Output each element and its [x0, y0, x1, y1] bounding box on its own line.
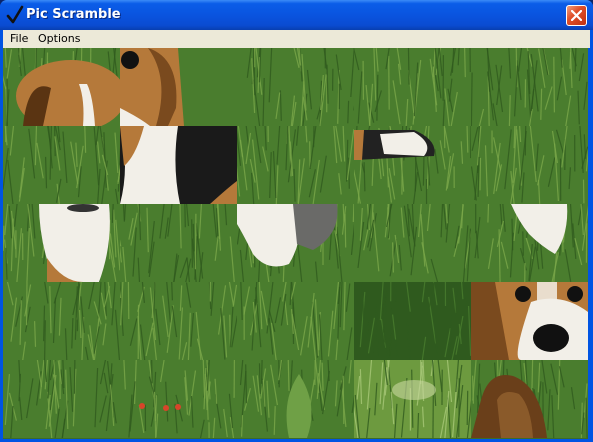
puzzle-tile[interactable] — [471, 282, 588, 360]
checkmark-icon — [6, 5, 24, 25]
puzzle-tile[interactable] — [120, 126, 237, 204]
title-bar[interactable]: Pic Scramble — [0, 0, 593, 30]
puzzle-tile[interactable] — [3, 282, 120, 360]
puzzle-tile[interactable] — [354, 204, 471, 282]
puzzle-tile[interactable] — [237, 360, 354, 438]
puzzle-tile[interactable] — [471, 204, 588, 282]
puzzle-tile[interactable] — [354, 360, 471, 438]
puzzle-tile[interactable] — [120, 282, 237, 360]
puzzle-board — [3, 48, 588, 439]
puzzle-tile[interactable] — [237, 48, 354, 126]
app-window: Pic Scramble File Options — [0, 0, 593, 442]
puzzle-tile[interactable] — [3, 204, 120, 282]
window-title: Pic Scramble — [26, 7, 121, 22]
puzzle-tile[interactable] — [3, 48, 120, 126]
puzzle-tile[interactable] — [3, 126, 120, 204]
puzzle-tile[interactable] — [471, 360, 588, 438]
puzzle-tile[interactable] — [3, 360, 120, 438]
close-icon — [571, 10, 582, 21]
menu-file[interactable]: File — [6, 31, 32, 46]
menu-bar: File Options — [3, 30, 590, 48]
puzzle-tile[interactable] — [354, 48, 471, 126]
puzzle-tile[interactable] — [237, 282, 354, 360]
puzzle-tile[interactable] — [354, 126, 471, 204]
puzzle-tile[interactable] — [471, 48, 588, 126]
close-button[interactable] — [566, 5, 587, 26]
puzzle-tile[interactable] — [471, 126, 588, 204]
puzzle-tile[interactable] — [237, 126, 354, 204]
puzzle-tile[interactable] — [120, 360, 237, 438]
puzzle-tile[interactable] — [237, 204, 354, 282]
puzzle-tile[interactable] — [120, 48, 237, 126]
puzzle-tile[interactable] — [354, 282, 471, 360]
menu-options[interactable]: Options — [34, 31, 84, 46]
puzzle-tile[interactable] — [120, 204, 237, 282]
